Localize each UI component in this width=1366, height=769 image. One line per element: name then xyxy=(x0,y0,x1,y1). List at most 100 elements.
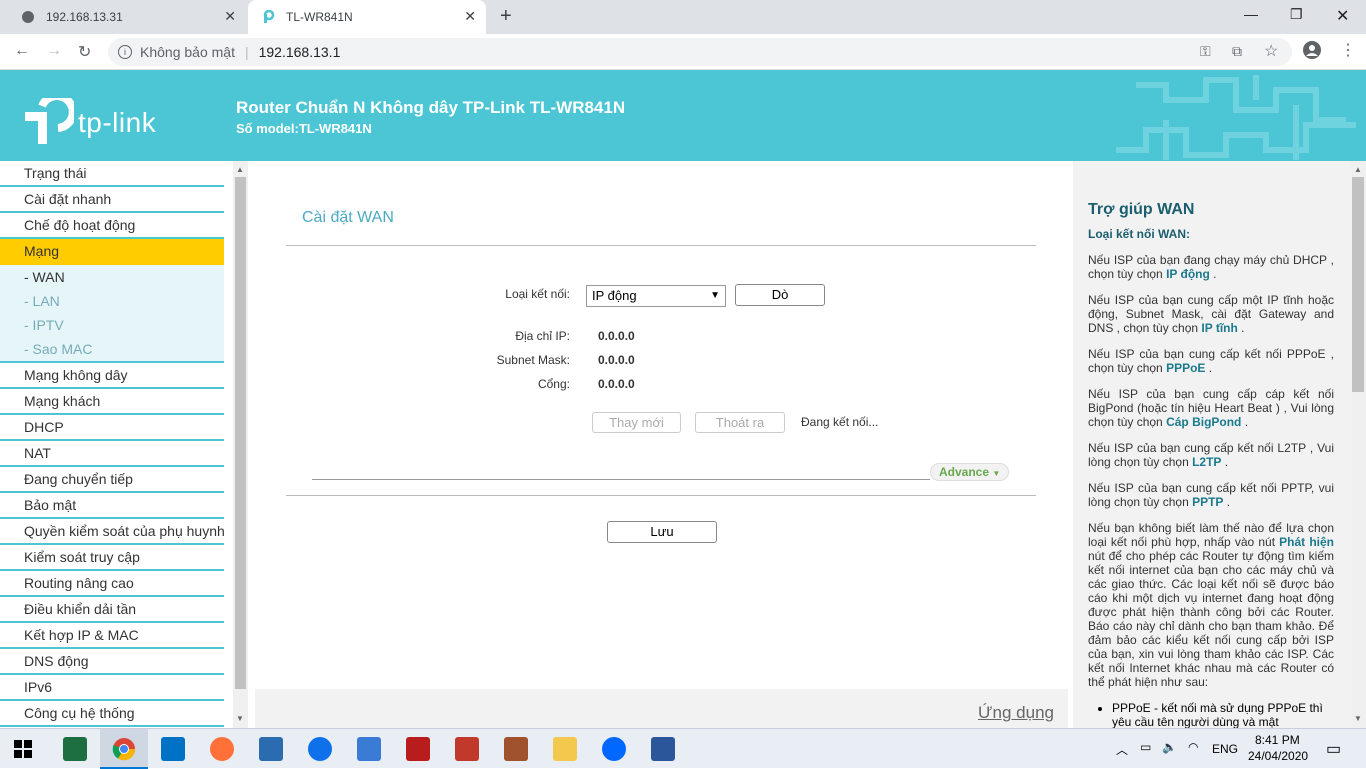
menu-item-wireless[interactable]: Mạng không dây xyxy=(0,363,224,389)
menu-item-nat[interactable]: NAT xyxy=(0,441,224,467)
advance-divider xyxy=(312,479,930,480)
browser-tab-2[interactable]: TL-WR841N ✕ xyxy=(248,0,486,34)
minimize-icon[interactable]: — xyxy=(1244,6,1258,22)
excel-icon[interactable] xyxy=(63,737,87,761)
save-button[interactable]: Lưu xyxy=(607,521,717,543)
page-scrollbar[interactable]: ▲ ▼ xyxy=(1350,161,1366,728)
brand-text: tp-link xyxy=(78,107,157,138)
restore-icon[interactable]: ❐ xyxy=(1290,6,1303,23)
volume-icon[interactable]: 🔈 xyxy=(1162,740,1177,754)
help-paragraph: Nếu bạn không biết làm thế nào để lựa ch… xyxy=(1088,521,1334,689)
scroll-thumb[interactable] xyxy=(235,177,246,689)
help-paragraph: Nếu ISP của bạn cung cấp cáp kết nối Big… xyxy=(1088,387,1334,429)
menu-item-bandwidth-control[interactable]: Điều khiển dải tần xyxy=(0,597,224,623)
wifi-icon[interactable]: ◠ xyxy=(1188,740,1198,754)
teamviewer-icon[interactable] xyxy=(308,737,332,761)
menu-item-status[interactable]: Trạng thái xyxy=(0,161,224,187)
menu-kebab-icon[interactable]: ⋮ xyxy=(1340,40,1356,60)
firefox-icon[interactable] xyxy=(210,737,234,761)
menu-item-ip-mac-binding[interactable]: Kết hợp IP & MAC xyxy=(0,623,224,649)
footer-bar: Ứng dụng xyxy=(255,689,1068,728)
omnibox[interactable]: i Không bảo mật | 192.168.13.1 xyxy=(108,38,1292,66)
app-icon[interactable] xyxy=(357,737,381,761)
menu-item-forwarding[interactable]: Đang chuyển tiếp xyxy=(0,467,224,493)
side-menu: Trạng thái Cài đặt nhanh Chế độ hoạt độn… xyxy=(0,161,224,728)
menu-item-parental-control[interactable]: Quyền kiểm soát của phụ huynh xyxy=(0,519,224,545)
menu-item-operation-mode[interactable]: Chế độ hoạt động xyxy=(0,213,224,239)
app-link[interactable]: Ứng dụng xyxy=(978,703,1054,723)
release-button[interactable]: Thoát ra xyxy=(695,412,785,433)
scroll-thumb[interactable] xyxy=(1352,177,1364,392)
menu-item-access-control[interactable]: Kiểm soát truy cập xyxy=(0,545,224,571)
ip-address-value: 0.0.0.0 xyxy=(598,329,635,343)
submenu-item-lan[interactable]: - LAN xyxy=(0,289,224,313)
close-window-icon[interactable]: ✕ xyxy=(1336,6,1349,26)
address-bar: ← → ↻ i Không bảo mật | 192.168.13.1 ⚿ ⧉… xyxy=(0,34,1366,70)
advance-button[interactable]: Advance ▼ xyxy=(930,463,1010,481)
word-icon[interactable] xyxy=(651,737,675,761)
close-tab-icon[interactable]: ✕ xyxy=(224,8,236,25)
notification-icon[interactable]: ▭ xyxy=(1326,739,1341,759)
new-tab-icon[interactable]: + xyxy=(500,5,512,28)
submenu-item-mac-clone[interactable]: - Sao MAC xyxy=(0,337,224,361)
gateway-value: 0.0.0.0 xyxy=(598,377,635,391)
help-subtitle: Loại kết nối WAN: xyxy=(1088,227,1190,241)
gateway-label: Cổng: xyxy=(537,377,570,391)
scroll-up-icon[interactable]: ▲ xyxy=(236,165,244,174)
key-icon[interactable]: ⚿ xyxy=(1200,43,1211,60)
menu-item-advanced-routing[interactable]: Routing nâng cao xyxy=(0,571,224,597)
tplink-favicon-icon xyxy=(260,9,276,25)
help-paragraph: Nếu ISP của bạn cung cấp một IP tĩnh hoặ… xyxy=(1088,293,1334,335)
menu-item-dynamic-dns[interactable]: DNS động xyxy=(0,649,224,675)
connection-type-select[interactable]: IP động ▼ xyxy=(586,285,726,307)
menu-item-guest-network[interactable]: Mạng khách xyxy=(0,389,224,415)
translate-icon[interactable]: ⧉ xyxy=(1232,43,1242,60)
renew-button[interactable]: Thay mới xyxy=(592,412,681,433)
close-tab-icon[interactable]: ✕ xyxy=(464,8,476,25)
bookmark-star-icon[interactable]: ☆ xyxy=(1264,41,1278,61)
menu-item-ipv6[interactable]: IPv6 xyxy=(0,675,224,701)
battery-icon[interactable]: ▭ xyxy=(1140,740,1151,754)
app-icon[interactable] xyxy=(259,737,283,761)
submenu-item-wan[interactable]: - WAN xyxy=(0,265,224,289)
header-decoration xyxy=(1116,75,1356,160)
outlook-icon[interactable] xyxy=(161,737,185,761)
help-list: PPPoE - kết nối mà sử dụng PPPoE thì yêu… xyxy=(1112,701,1334,728)
dropdown-arrow-icon: ▼ xyxy=(710,290,720,301)
tray-chevron-icon[interactable]: ︿ xyxy=(1116,741,1128,758)
scroll-down-icon[interactable]: ▼ xyxy=(1354,714,1362,723)
submenu-item-iptv[interactable]: - IPTV xyxy=(0,313,224,337)
connection-status: Đang kết nối... xyxy=(801,415,879,429)
back-icon[interactable]: ← xyxy=(14,42,30,60)
info-icon[interactable]: i xyxy=(118,45,132,59)
help-paragraph: Nếu ISP của bạn đang chạy máy chủ DHCP ,… xyxy=(1088,253,1334,281)
windows-start-icon[interactable] xyxy=(14,740,32,758)
autocad-icon[interactable] xyxy=(406,737,430,761)
game-icon[interactable] xyxy=(504,737,528,761)
clock-date: 24/04/2020 xyxy=(1248,749,1309,763)
profile-icon[interactable] xyxy=(1302,40,1322,63)
security-label: Không bảo mật xyxy=(140,44,235,60)
scroll-down-icon[interactable]: ▼ xyxy=(236,714,244,723)
chrome-icon[interactable] xyxy=(112,737,136,761)
browser-tab-1[interactable]: 192.168.13.31 ✕ xyxy=(8,0,246,34)
language-indicator[interactable]: ENG xyxy=(1212,742,1238,756)
divider xyxy=(286,495,1036,496)
file-explorer-icon[interactable] xyxy=(553,737,577,761)
app-icon[interactable] xyxy=(455,737,479,761)
forward-icon[interactable]: → xyxy=(46,42,62,60)
menu-item-system-tools[interactable]: Công cụ hệ thống xyxy=(0,701,224,727)
page-title: Cài đặt WAN xyxy=(302,209,394,226)
menu-scrollbar[interactable]: ▲ ▼ xyxy=(233,161,248,728)
help-paragraph: Nếu ISP của bạn cung cấp kết nối L2TP , … xyxy=(1088,441,1334,469)
detect-button[interactable]: Dò xyxy=(735,284,825,306)
reload-icon[interactable]: ↻ xyxy=(78,42,91,62)
scroll-up-icon[interactable]: ▲ xyxy=(1354,165,1362,174)
tab-title: TL-WR841N xyxy=(286,10,353,24)
tplink-logo: tp-link xyxy=(24,98,156,148)
menu-item-network[interactable]: Mạng xyxy=(0,239,224,265)
zalo-icon[interactable] xyxy=(602,737,626,761)
menu-item-security[interactable]: Bảo mật xyxy=(0,493,224,519)
menu-item-dhcp[interactable]: DHCP xyxy=(0,415,224,441)
menu-item-quick-setup[interactable]: Cài đặt nhanh xyxy=(0,187,224,213)
